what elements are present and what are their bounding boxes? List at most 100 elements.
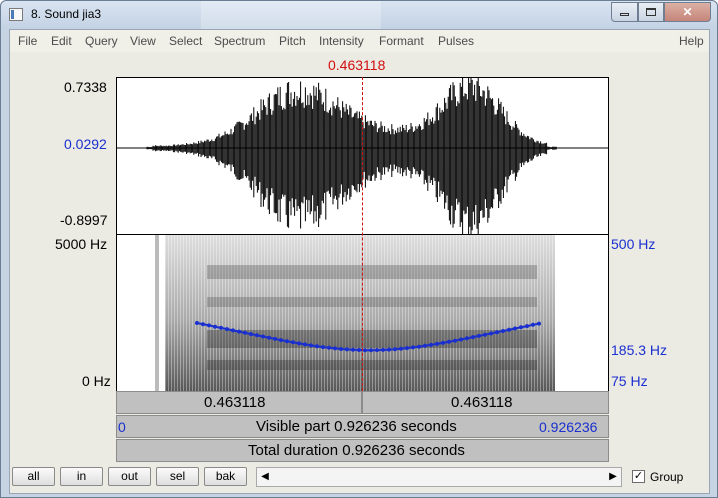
pitch-point: [357, 348, 361, 352]
pitch-point: [531, 322, 535, 327]
pitch-point: [387, 347, 391, 352]
pitch-point: [435, 341, 439, 346]
menu-file[interactable]: File: [18, 34, 37, 48]
spectrogram-onset: [155, 235, 159, 391]
right-segment-duration: 0.463118: [451, 394, 513, 411]
pitch-point: [351, 347, 355, 352]
close-button[interactable]: ✕: [664, 2, 711, 22]
menu-edit[interactable]: Edit: [51, 34, 72, 48]
pitch-point: [237, 329, 241, 334]
pitch-point: [315, 344, 319, 349]
pitch-point: [285, 339, 289, 344]
pitch-point: [267, 335, 271, 340]
cursor-line[interactable]: [362, 77, 363, 391]
pitch-point: [537, 321, 541, 326]
right-segment-bar[interactable]: 0.463118: [362, 391, 609, 414]
pitch-point: [339, 347, 343, 351]
pitch-point: [261, 334, 265, 339]
menu-query[interactable]: Query: [85, 34, 118, 48]
menu-pulses[interactable]: Pulses: [438, 34, 474, 48]
pitch-point: [375, 348, 379, 353]
pitch-point: [207, 323, 211, 328]
pitch-value-label: 185.3 Hz: [611, 342, 668, 358]
pitch-point: [213, 324, 217, 329]
pitch-point: [441, 340, 445, 345]
pitch-point: [327, 345, 331, 350]
visible-part-label: Visible part 0.926236 seconds: [256, 418, 457, 435]
zoom-back-button[interactable]: bak: [204, 467, 247, 486]
editor-client-area: File Edit Query View Select Spectrum Pit…: [9, 29, 710, 494]
zoom-selection-button[interactable]: sel: [156, 467, 199, 486]
pitch-max-label: 500 Hz: [611, 236, 656, 252]
menu-select[interactable]: Select: [169, 34, 202, 48]
pitch-point: [417, 344, 421, 349]
menu-view[interactable]: View: [130, 34, 156, 48]
spectrogram-max-freq-label: 5000 Hz: [55, 236, 108, 252]
title-bar-glass: [201, 1, 381, 29]
pitch-point: [273, 336, 277, 341]
pitch-point: [429, 342, 433, 347]
pitch-point: [381, 347, 385, 352]
pitch-min-label: 75 Hz: [611, 373, 648, 389]
scroll-right-arrow-icon[interactable]: ▶: [605, 468, 621, 486]
pitch-point: [231, 328, 235, 333]
pitch-point: [195, 321, 199, 325]
window-title: 8. Sound jia3: [31, 7, 102, 21]
pitch-point: [393, 347, 397, 352]
zoom-out-button[interactable]: out: [108, 467, 151, 486]
pitch-point: [423, 343, 427, 348]
pitch-point: [345, 347, 349, 352]
pitch-point: [477, 333, 481, 338]
pitch-point: [489, 331, 493, 336]
zoom-in-button[interactable]: in: [60, 467, 103, 486]
app-icon: [9, 8, 23, 21]
visible-start-label: 0: [118, 419, 126, 435]
pitch-point: [333, 346, 337, 351]
close-icon: ✕: [682, 5, 693, 19]
zoom-all-button[interactable]: all: [12, 467, 55, 486]
menu-pitch[interactable]: Pitch: [279, 34, 306, 48]
left-segment-bar[interactable]: 0.463118: [116, 391, 362, 414]
pitch-point: [243, 330, 247, 335]
pitch-point: [411, 345, 415, 350]
menu-intensity[interactable]: Intensity: [319, 34, 364, 48]
waveform-trace: [146, 78, 557, 234]
menu-bar: File Edit Query View Select Spectrum Pit…: [10, 30, 709, 52]
horizontal-scrollbar[interactable]: ◀ ▶: [256, 467, 622, 487]
spectrogram-formant-band: [207, 360, 537, 370]
pitch-point: [507, 327, 511, 332]
maximize-button[interactable]: [638, 2, 664, 22]
pitch-point: [513, 326, 517, 331]
pitch-point: [453, 338, 457, 343]
waveform-zero-label: 0.0292: [64, 136, 107, 152]
pitch-point: [303, 342, 307, 347]
cursor-time-label: 0.463118: [328, 57, 386, 73]
maximize-icon: [646, 8, 656, 16]
scroll-left-arrow-icon[interactable]: ◀: [257, 468, 273, 486]
waveform-min-label: -0.8997: [60, 212, 108, 228]
visible-part-bar[interactable]: Visible part 0.926236 seconds: [116, 415, 609, 438]
pitch-point: [297, 341, 301, 346]
spectrogram-min-freq-label: 0 Hz: [82, 373, 111, 389]
waveform-max-label: 0.7338: [64, 79, 107, 95]
pitch-point: [465, 336, 469, 341]
pitch-point: [321, 345, 325, 350]
menu-spectrum[interactable]: Spectrum: [214, 34, 265, 48]
minimize-button[interactable]: [611, 2, 638, 22]
pitch-point: [471, 335, 475, 340]
group-checkbox-label: Group: [650, 470, 684, 484]
pitch-point: [405, 346, 409, 351]
total-duration-bar[interactable]: Total duration 0.926236 seconds: [116, 439, 609, 462]
menu-help[interactable]: Help: [679, 34, 704, 48]
menu-formant[interactable]: Formant: [379, 34, 424, 48]
pitch-point: [201, 322, 205, 327]
pitch-point: [309, 343, 313, 348]
spectrogram-formant-band: [207, 330, 537, 348]
group-checkbox[interactable]: ✓: [632, 470, 645, 483]
pitch-point: [219, 325, 223, 330]
title-bar[interactable]: 8. Sound jia3 ✕: [1, 1, 717, 29]
minimize-icon: [620, 13, 629, 16]
pitch-point: [399, 346, 403, 351]
left-segment-duration: 0.463118: [204, 394, 266, 411]
pitch-point: [495, 330, 499, 335]
